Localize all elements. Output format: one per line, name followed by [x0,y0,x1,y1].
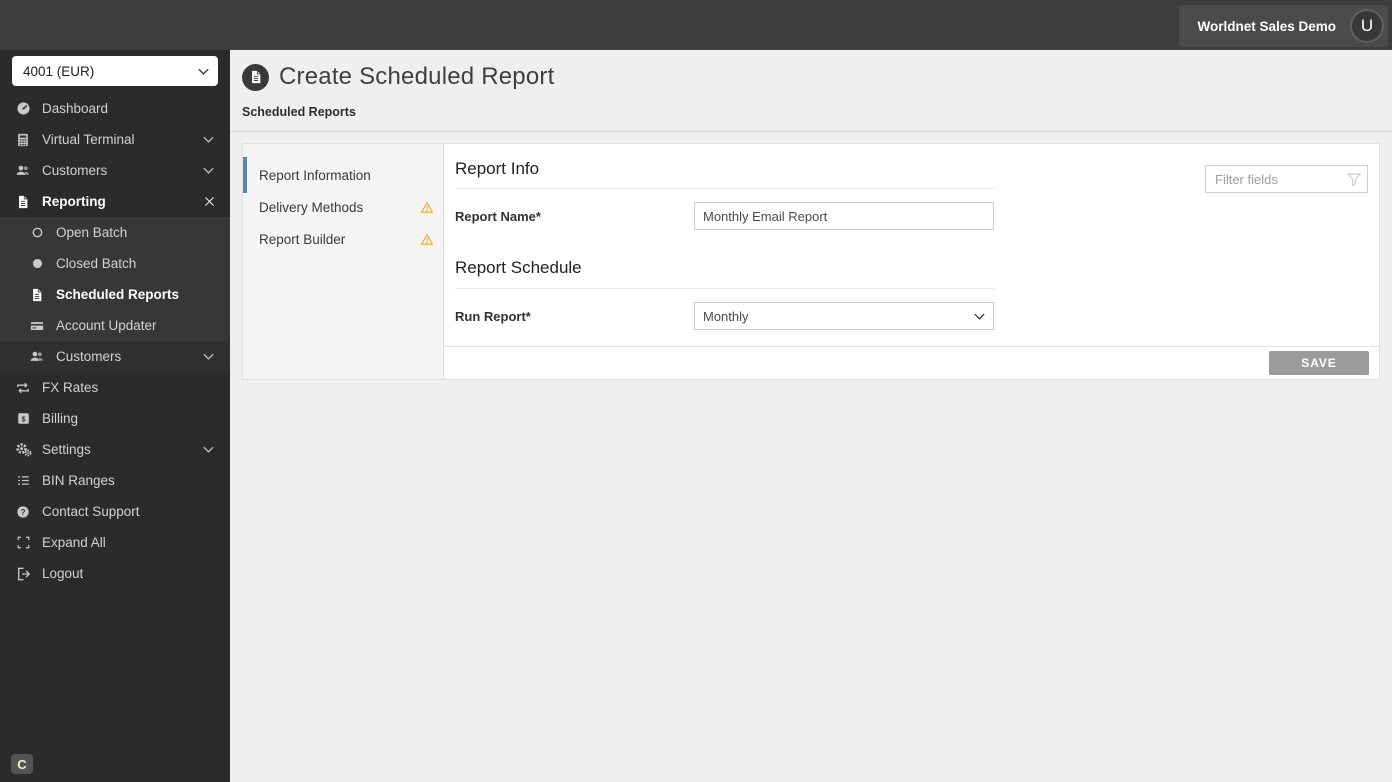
merchant-select-wrap: 4001 (EUR) [12,56,218,86]
sidebar-item-label: Scheduled Reports [56,287,180,302]
filter-fields-wrap [1205,165,1368,193]
logout-icon [14,567,32,581]
save-button[interactable]: SAVE [1269,351,1369,375]
tab-label: Delivery Methods [259,199,364,215]
sidebar-item-label: Settings [42,442,91,457]
sidebar-item-expand-all[interactable]: Expand All [0,527,230,558]
c-badge[interactable]: C [11,754,33,774]
sidebar-item-label: Contact Support [42,504,140,519]
page-header: Create Scheduled Report Scheduled Report… [230,50,1392,131]
form-area: Report Info Report Name* Report Schedule… [444,144,1379,379]
breadcrumb[interactable]: Scheduled Reports [242,105,1392,131]
card-icon [28,319,46,333]
field-row-report-name: Report Name* [455,202,995,230]
merchant-select[interactable]: 4001 (EUR) [12,56,218,86]
scheduled-report-card: Report Information Delivery Methods Report… [242,143,1380,380]
close-icon[interactable] [203,195,216,208]
sidebar-item-label: Customers [56,349,122,364]
tab-list: Report Information Delivery Methods Report… [243,144,444,379]
sidebar-item-label: Virtual Terminal [42,132,135,147]
chevron-down-icon[interactable] [201,442,216,457]
settings-icon [14,442,32,457]
fx-icon [14,381,32,395]
sidebar-subitem-open-batch[interactable]: Open Batch [0,217,230,248]
section-report-info: Report Info Report Name* [455,144,995,230]
tab-report-builder[interactable]: Report Builder [243,223,443,255]
run-report-label: Run Report* [455,308,531,324]
sidebar-item-label: Reporting [42,194,106,209]
warning-icon [420,201,434,214]
sidebar-item-label: Logout [42,566,84,581]
users-icon [28,349,46,364]
sidebar-item-label: Billing [42,411,79,426]
sidebar-item-label: Account Updater [56,318,157,333]
sidebar-item-customers[interactable]: Customers [0,155,230,186]
document-icon [28,288,46,302]
billing-icon: $ [14,412,32,425]
report-icon [242,63,269,91]
section-report-schedule: Report Schedule Run Report* Monthly [455,230,995,330]
help-icon: ? [14,505,32,519]
sidebar-item-label: Closed Batch [56,256,137,271]
chevron-down-icon[interactable] [201,349,216,364]
tab-report-information[interactable]: Report Information [243,157,443,193]
svg-text:?: ? [20,506,25,516]
sidebar-item-label: BIN Ranges [42,473,115,488]
chevron-down-icon[interactable] [201,163,216,178]
sidebar-item-bin-ranges[interactable]: BIN Ranges [0,465,230,496]
main-content: Create Scheduled Report Scheduled Report… [230,50,1392,782]
sidebar-item-billing[interactable]: $ Billing [0,403,230,434]
filter-fields-input[interactable] [1205,165,1368,193]
report-name-label: Report Name* [455,208,541,224]
run-report-select[interactable]: Monthly [694,302,994,330]
tab-label: Report Builder [259,231,346,247]
sidebar-item-logout[interactable]: Logout [0,558,230,589]
account-name: Worldnet Sales Demo [1197,18,1336,34]
top-bar: Worldnet Sales Demo U [0,0,1392,50]
warning-icon [420,233,434,246]
sidebar-item-label: FX Rates [42,380,99,395]
dashboard-icon [14,101,32,116]
sidebar: 4001 (EUR) Dashboard Virtual Terminal Cust… [0,50,230,782]
sidebar-subitem-closed-batch[interactable]: Closed Batch [0,248,230,279]
header-divider [230,131,1392,132]
expand-icon [14,536,32,549]
sidebar-item-label: Customers [42,163,108,178]
report-name-input[interactable] [694,202,994,230]
sidebar-item-virtual-terminal[interactable]: Virtual Terminal [0,124,230,155]
sidebar-item-dashboard[interactable]: Dashboard [0,93,230,124]
section-title-report-info: Report Info [455,144,995,189]
circle-outline-icon [28,226,46,239]
svg-text:$: $ [21,414,26,423]
card-footer: SAVE [444,346,1379,379]
tab-label: Report Information [259,167,371,183]
avatar[interactable]: U [1350,9,1384,43]
sidebar-item-reporting[interactable]: Reporting [0,186,230,217]
sidebar-subitem-account-updater[interactable]: Account Updater [0,310,230,341]
tab-delivery-methods[interactable]: Delivery Methods [243,191,443,223]
list-icon [14,474,32,487]
terminal-icon [14,133,32,147]
sidebar-item-contact-support[interactable]: ? Contact Support [0,496,230,527]
page-title: Create Scheduled Report [279,63,555,90]
field-row-run-report: Run Report* Monthly [455,302,995,330]
chevron-down-icon[interactable] [201,132,216,147]
sidebar-item-settings[interactable]: Settings [0,434,230,465]
section-title-report-schedule: Report Schedule [455,230,995,289]
sidebar-subitem-customers[interactable]: Customers [0,341,230,372]
sidebar-subitem-scheduled-reports[interactable]: Scheduled Reports [0,279,230,310]
sidebar-item-fx-rates[interactable]: FX Rates [0,372,230,403]
sidebar-item-label: Dashboard [42,101,109,116]
users-icon [14,163,32,178]
sidebar-nav: Dashboard Virtual Terminal Customers Report… [0,93,230,589]
sidebar-item-label: Open Batch [56,225,128,240]
circle-filled-icon [28,257,46,270]
account-chip[interactable]: Worldnet Sales Demo U [1179,5,1388,47]
sidebar-item-label: Expand All [42,535,106,550]
document-icon [14,195,32,209]
